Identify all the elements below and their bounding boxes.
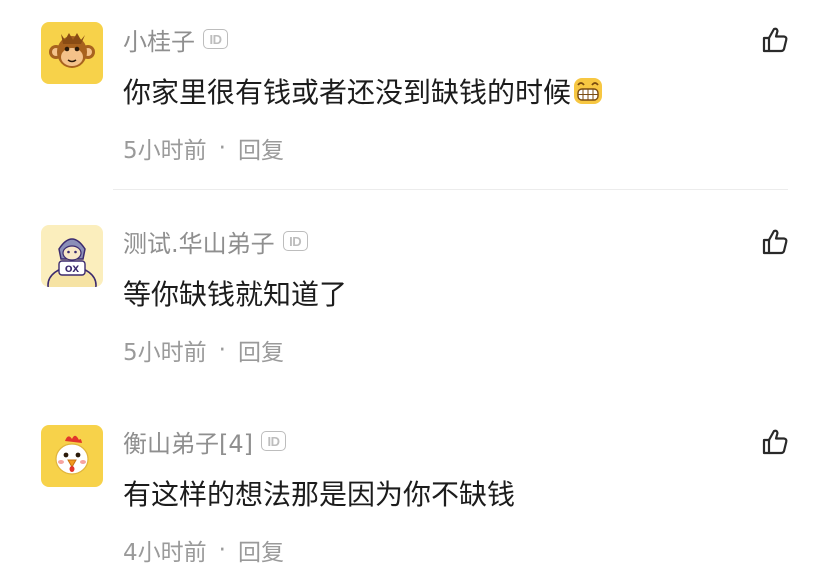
id-badge: ID: [261, 431, 286, 451]
id-badge: ID: [282, 231, 308, 251]
separator: ·: [218, 337, 226, 363]
timestamp: 4小时前: [123, 540, 207, 566]
monkey-icon: [41, 22, 103, 84]
comment-text: 等你缺钱就知道了: [123, 272, 347, 314]
chicken-icon: [41, 425, 103, 487]
avatar[interactable]: [41, 22, 103, 84]
avatar[interactable]: OX: [41, 225, 103, 287]
username-text: 测试.华山弟子: [123, 229, 275, 258]
reply-link[interactable]: 回复: [238, 131, 284, 165]
separator: ·: [218, 537, 226, 563]
comment-text: 你家里很有钱或者还没到缺钱的时候: [123, 70, 603, 112]
comment-item: OX 测试.华山弟子 ID 等你缺钱就知道了 5小时前 · 回复: [0, 190, 828, 390]
ox-character-icon: OX: [41, 225, 103, 287]
username-text: 小桂子: [123, 27, 195, 56]
username[interactable]: 衡山弟子[4] ID: [123, 424, 286, 458]
thumbs-up-icon[interactable]: [760, 227, 790, 257]
comment-meta: 5小时前 · 回复: [123, 334, 284, 366]
reply-link[interactable]: 回复: [238, 533, 284, 567]
username[interactable]: 测试.华山弟子 ID: [123, 224, 308, 258]
comment-text-content: 你家里很有钱或者还没到缺钱的时候: [123, 76, 572, 109]
username-text: 衡山弟子[4]: [123, 429, 253, 458]
username[interactable]: 小桂子 ID: [123, 22, 228, 56]
comment-text-content: 有这样的想法那是因为你不缺钱: [123, 478, 516, 511]
comment-meta: 5小时前 · 回复: [123, 132, 284, 164]
comment-text-content: 等你缺钱就知道了: [123, 278, 348, 311]
id-badge: ID: [203, 29, 228, 49]
avatar[interactable]: [41, 425, 103, 487]
reply-link[interactable]: 回复: [238, 333, 284, 367]
grinning-face-emoji-icon: [574, 78, 603, 104]
separator: ·: [218, 135, 226, 161]
comment-list: 小桂子 ID 你家里很有钱或者还没到缺钱的时候 5小时前 · 回复 OX 测试.…: [0, 0, 828, 580]
comment-meta: 4小时前 · 回复: [123, 534, 284, 566]
svg-text:OX: OX: [65, 265, 79, 275]
timestamp: 5小时前: [123, 340, 207, 366]
comment-text: 有这样的想法那是因为你不缺钱: [123, 472, 515, 514]
thumbs-up-icon[interactable]: [760, 427, 790, 457]
comment-item: 小桂子 ID 你家里很有钱或者还没到缺钱的时候 5小时前 · 回复: [0, 0, 828, 190]
thumbs-up-icon[interactable]: [760, 25, 790, 55]
timestamp: 5小时前: [123, 138, 207, 164]
comment-item: 衡山弟子[4] ID 有这样的想法那是因为你不缺钱 4小时前 · 回复: [0, 390, 828, 580]
